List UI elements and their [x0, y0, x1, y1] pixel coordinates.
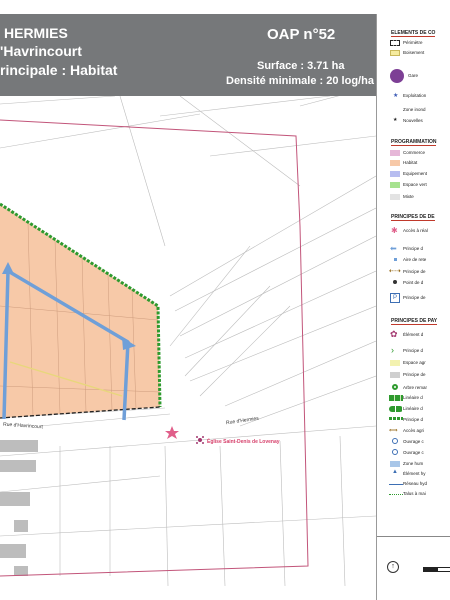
parking-dot-icon — [394, 258, 397, 261]
legend-item: Accès agri — [403, 428, 425, 433]
density-value: Densité minimale : 20 log/ha — [226, 75, 374, 87]
access-star-icon: ✱ — [391, 226, 398, 235]
legend-item: Boisement — [403, 50, 425, 55]
legend-item: Mixte — [403, 194, 414, 199]
legend-swatch-equipment — [390, 171, 400, 177]
legend-item: Linéaire d — [403, 406, 423, 411]
dotted-green-icon — [389, 417, 403, 420]
embankment-icon — [389, 494, 403, 496]
parking-icon: P — [390, 293, 400, 303]
church-label: Église Saint-Denis de Lovenay — [207, 439, 280, 445]
legend-item: Élément hy — [403, 471, 426, 476]
legend-item: Élément d — [403, 332, 424, 337]
street-name: 'Havrincourt — [0, 43, 82, 59]
oap-map-sheet: HERMIES 'Havrincourt rincipale : Habitat… — [0, 0, 450, 600]
legend-item: Principe d — [403, 348, 424, 353]
legend-item: Commerce — [403, 150, 426, 155]
legend-item: Gare — [408, 73, 419, 78]
legend-item: Périmètre — [403, 40, 423, 45]
legend-swatch-principle — [390, 372, 400, 378]
legend-heading-programming: PROGRAMMATION — [391, 139, 437, 146]
map-legend: ELEMENTS DE CO Périmètre Boisement Gare … — [376, 14, 450, 600]
vocation-label: rincipale : Habitat — [0, 62, 118, 78]
legend-heading-principles: PRINCIPES DE DE — [391, 214, 435, 221]
legend-swatch-mixed — [390, 194, 400, 200]
legend-swatch-green-space — [390, 182, 400, 188]
site-map[interactable]: Rue d'Havrincourt Rue d'Hermies Église S… — [0, 96, 376, 588]
legend-item: Zone hum — [403, 461, 424, 466]
train-station-icon — [390, 69, 404, 83]
legend-item: Aire de rete — [403, 257, 427, 262]
legend-item: Principe de — [403, 372, 426, 377]
legend-item: Espace agr — [403, 360, 426, 365]
access-star — [165, 426, 179, 439]
hydraulic-structure-icon-2 — [392, 449, 398, 455]
farm-icon: ★ — [393, 93, 399, 99]
water-triangle-icon: ▲ — [392, 469, 398, 475]
legend-item: Espace vert — [403, 182, 427, 187]
map-drawing — [0, 96, 376, 587]
legend-item: Principe d — [403, 417, 424, 422]
legend-item: Exploitation — [403, 93, 427, 98]
legend-heading-landscape: PRINCIPES DE PAY — [391, 318, 438, 325]
legend-item: Principe d — [403, 246, 424, 251]
agri-access-icon: ⟺ — [389, 428, 398, 434]
legend-swatch-agri-space — [390, 360, 400, 366]
legend-item: Ouvrage c — [403, 450, 424, 455]
legend-item: Accès à réal — [403, 228, 428, 233]
arrow-left-icon: ⬅ — [390, 244, 397, 253]
legend-swatch-perimeter — [390, 40, 400, 46]
legend-item: Talus à mai — [403, 491, 426, 496]
north-arrow-icon: ↑ — [387, 561, 399, 573]
legend-item: Equipement — [403, 171, 428, 176]
buildings — [0, 440, 38, 576]
tree-line-icon — [389, 406, 403, 412]
legend-divider — [377, 536, 450, 537]
surface-value: Surface : 3.71 ha — [257, 60, 345, 72]
oap-number: OAP n°52 — [267, 26, 336, 43]
legend-swatch-commerce — [390, 150, 400, 156]
tree-icon — [392, 384, 398, 390]
legend-item: Arbre remar — [403, 385, 428, 390]
viewpoint-icon — [393, 280, 397, 284]
legend-item: Réseau hyd — [403, 481, 428, 486]
legend-item: Habitat — [403, 160, 418, 165]
legend-heading-elements: ELEMENTS DE CO — [391, 30, 436, 37]
legend-item: Principe de — [403, 269, 426, 274]
legend-swatch-woodland — [390, 50, 400, 56]
flower-icon: ✿ — [390, 329, 398, 339]
water-network-icon — [389, 484, 403, 485]
commune-name: HERMIES — [4, 25, 68, 41]
chevron-right-icon: › — [391, 345, 394, 355]
habitat-zone — [0, 204, 160, 418]
legend-item: Principe de — [403, 295, 426, 300]
legend-item: Linéaire d — [403, 395, 423, 400]
title-banner: HERMIES 'Havrincourt rincipale : Habitat… — [0, 14, 376, 96]
legend-item: Nouvelles — [403, 118, 423, 123]
legend-swatch-habitat — [390, 160, 400, 166]
legend-item: Ouvrage c — [403, 439, 424, 444]
hedge-line-icon — [389, 395, 403, 401]
legend-item: Zone inond — [403, 107, 426, 112]
legend-swatch-wetland — [390, 461, 400, 467]
hydraulic-structure-icon — [392, 438, 398, 444]
double-arrow-icon: ⇠⇢ — [389, 268, 401, 275]
new-element-icon: ★ — [393, 117, 398, 123]
legend-item: Point de d — [403, 280, 424, 285]
scale-bar — [423, 567, 450, 572]
